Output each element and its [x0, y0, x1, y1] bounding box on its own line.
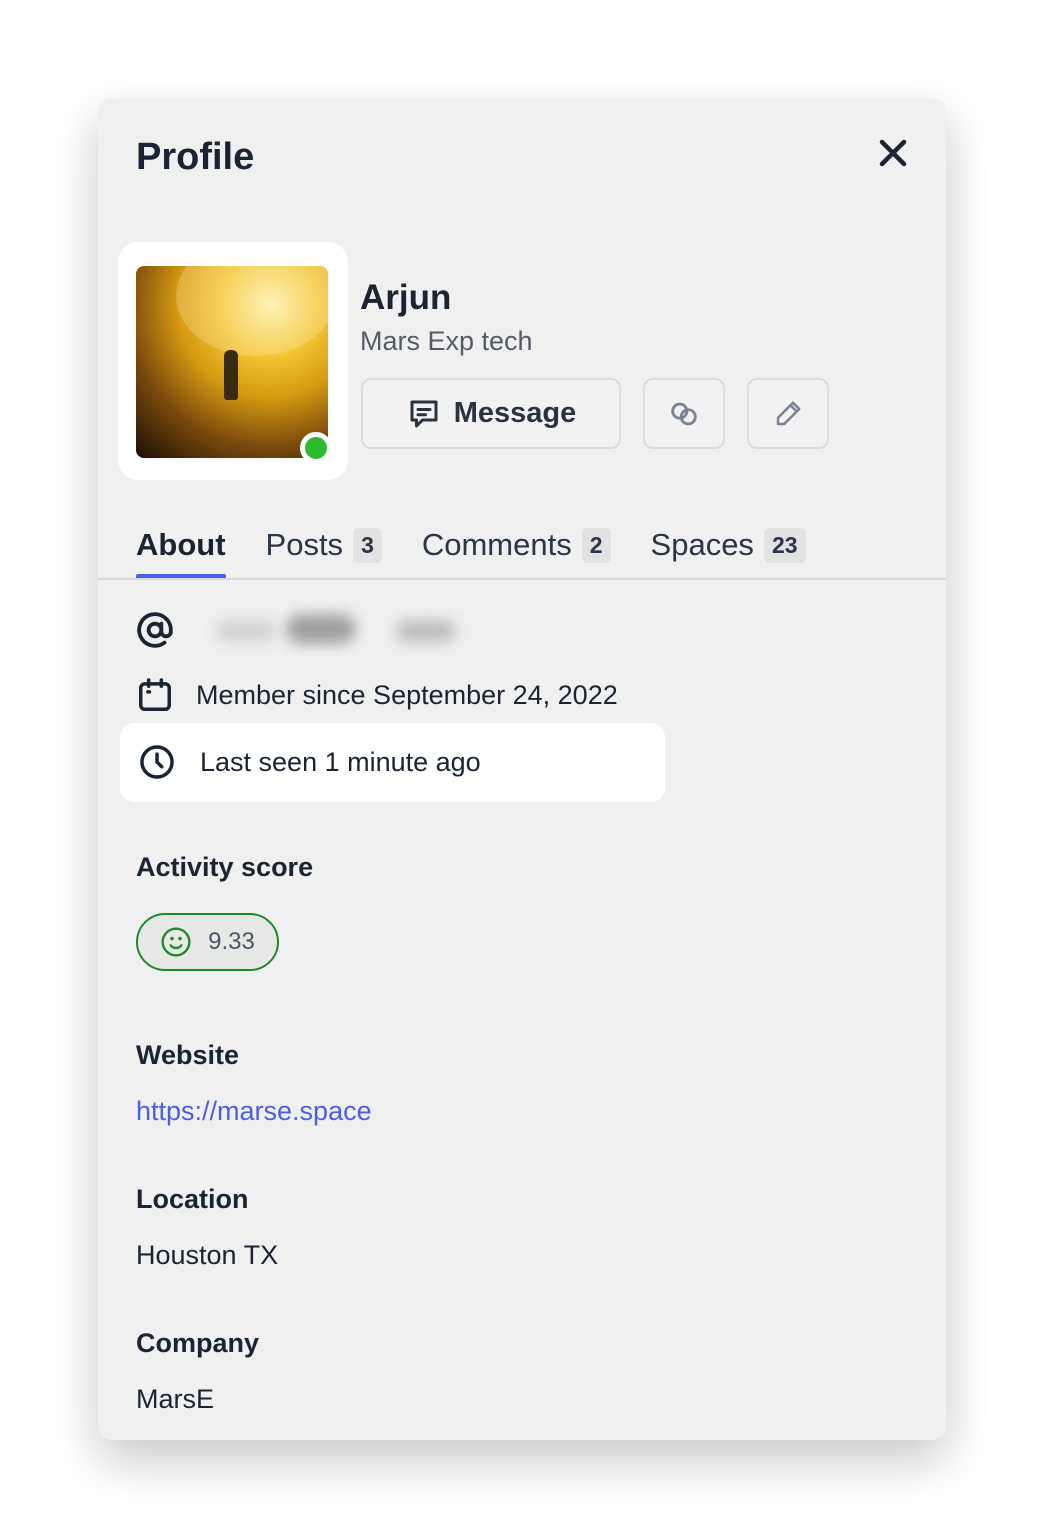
company-label: Company — [136, 1328, 260, 1358]
website-link[interactable]: https://marse.space — [136, 1096, 372, 1127]
count-badge: 23 — [763, 527, 806, 563]
last-seen-row: Last seen 1 minute ago — [120, 723, 665, 802]
website-label: Website — [136, 1040, 240, 1070]
activity-score-badge: 9.33 — [136, 913, 279, 971]
redacted-handle — [196, 610, 496, 650]
count-badge: 2 — [581, 527, 611, 563]
close-icon — [879, 139, 907, 167]
message-label: Message — [453, 397, 577, 429]
avatar — [136, 266, 328, 458]
handle-row — [136, 610, 496, 650]
page-title: Profile — [136, 136, 255, 178]
activity-score-label: Activity score — [136, 852, 314, 882]
tab-about[interactable]: About — [136, 513, 226, 579]
location-value: Houston TX — [136, 1240, 279, 1270]
tab-posts[interactable]: Posts 3 — [266, 513, 382, 577]
pencil-icon — [776, 401, 801, 425]
profile-subtitle: Mars Exp tech — [360, 326, 533, 356]
last-seen: Last seen 1 minute ago — [200, 746, 481, 777]
copy-link-button[interactable] — [643, 378, 725, 449]
message-button[interactable]: Message — [361, 378, 621, 449]
chat-icon — [410, 400, 438, 427]
activity-score-value: 9.33 — [208, 928, 255, 955]
company-value: MarsE — [136, 1384, 215, 1414]
profile-tabs: About Posts 3 Comments 2 Spaces 23 — [136, 513, 806, 579]
edit-button[interactable] — [747, 378, 829, 449]
count-badge: 3 — [353, 527, 382, 563]
online-status-dot — [300, 432, 332, 464]
clock-icon — [140, 745, 174, 779]
tab-spaces[interactable]: Spaces 23 — [651, 513, 806, 577]
divider — [98, 578, 946, 580]
at-icon — [137, 612, 173, 648]
calendar-icon — [139, 678, 171, 711]
avatar-frame — [118, 242, 348, 480]
member-since-row: Member since September 24, 2022 — [136, 676, 618, 714]
close-button[interactable] — [876, 136, 910, 170]
location-label: Location — [136, 1184, 249, 1214]
member-since: Member since September 24, 2022 — [196, 679, 618, 710]
profile-name: Arjun — [360, 278, 452, 317]
profile-panel: Profile Arjun Mars Exp tech Message Abou… — [98, 98, 946, 1440]
tab-comments[interactable]: Comments 2 — [422, 513, 611, 577]
link-icon — [671, 402, 697, 425]
smile-icon — [161, 927, 191, 957]
